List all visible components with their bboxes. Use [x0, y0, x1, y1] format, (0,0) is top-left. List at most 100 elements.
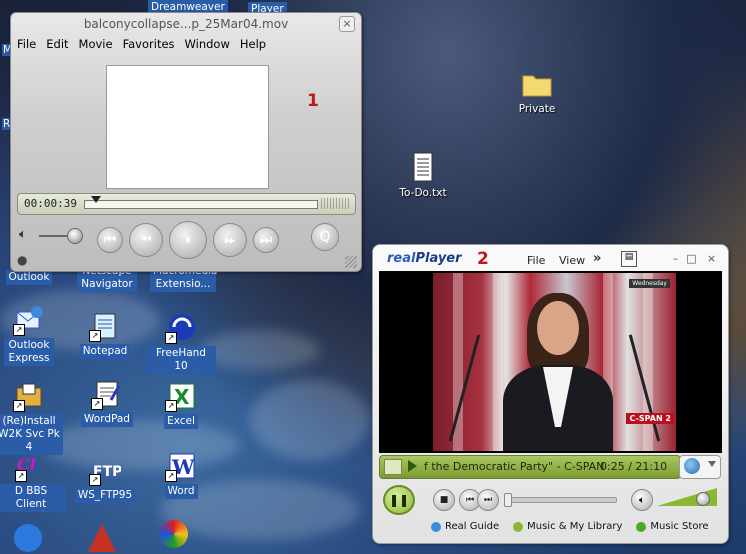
desktop-icon-word[interactable]: W ↗ Word — [146, 450, 216, 499]
stop-button[interactable]: ■ — [433, 489, 455, 511]
maximize-icon[interactable]: □ — [686, 253, 697, 264]
menu-window[interactable]: Window — [185, 37, 230, 51]
desktop-icon-wordpad[interactable]: ↗ WordPad — [72, 378, 142, 427]
wordpad-icon: ↗ — [91, 378, 123, 410]
pause-icon: ⏸︎ — [184, 232, 192, 248]
outlook-express-icon: ↗ — [13, 304, 45, 336]
desktop-icon-excel[interactable]: X ↗ Excel — [146, 380, 216, 429]
music-library-icon — [513, 521, 524, 532]
quicktime-timeline[interactable]: 00:00:39 — [17, 193, 356, 215]
realplayer-links: Real Guide Music & My Library Music Stor… — [431, 521, 708, 532]
clip-info-bar[interactable]: f the Democratic Party" - C-SPAN 0:25 / … — [379, 455, 681, 479]
volume-slider[interactable] — [657, 488, 717, 506]
link-music-library[interactable]: Music & My Library — [513, 521, 622, 532]
pause-button[interactable]: ❚❚ — [383, 485, 415, 515]
pause-icon: ❚❚ — [388, 493, 410, 507]
apple-icon: ● — [17, 253, 28, 267]
toolbar-screen-icon[interactable]: ▤ — [621, 251, 637, 267]
annotation-marker-2: 2 — [477, 249, 489, 269]
desktop-icon-reinstall[interactable]: ↗ (Re)Install W2K Svc Pk 4 — [0, 380, 64, 455]
pause-button[interactable]: ⏸︎ — [169, 221, 207, 259]
quicktime-window[interactable]: balconycollapse...p_25Mar04.mov × File E… — [10, 12, 362, 272]
skip-back-icon: ⏮︎ — [103, 232, 117, 248]
go-to-end-button[interactable]: ⏭︎ — [253, 227, 279, 253]
more-menu-chevron-icon[interactable]: » — [593, 251, 601, 266]
clip-info-icon[interactable] — [384, 459, 402, 475]
freehand-icon: ↗ — [165, 312, 197, 344]
close-icon[interactable]: × — [706, 253, 717, 264]
ftp-icon: FTP ↗ — [89, 454, 122, 486]
music-note-icon — [636, 521, 647, 532]
desktop-icon-freehand[interactable]: ↗ FreeHand 10 — [146, 312, 216, 374]
menu-favorites[interactable]: Favorites — [123, 37, 175, 51]
menu-file[interactable]: File — [527, 254, 545, 267]
menu-file[interactable]: File — [17, 37, 36, 51]
channel-corner-label: Wednesday — [629, 279, 670, 288]
excel-icon: X ↗ — [165, 380, 197, 412]
mute-button[interactable]: 🔈︎ — [631, 489, 653, 511]
next-icon: ⏭︎ — [483, 495, 493, 505]
menu-view[interactable]: View — [559, 254, 585, 267]
desktop-icon-bbs-client[interactable]: Cl ↗ D BBS Client — [0, 450, 66, 512]
volume-icon[interactable]: 🔈︎ — [19, 227, 27, 242]
link-music-store[interactable]: Music Store — [636, 521, 708, 532]
minimize-icon[interactable]: – — [670, 253, 681, 264]
quicktime-q-icon: Q — [319, 229, 331, 245]
menu-movie[interactable]: Movie — [79, 37, 113, 51]
bbs-client-icon: Cl ↗ — [15, 455, 36, 482]
playhead-handle[interactable] — [90, 196, 101, 203]
quicktime-video-area[interactable] — [106, 65, 269, 189]
speaker-figure — [503, 293, 613, 451]
rewind-icon: ⏪︎ — [140, 232, 152, 248]
realplayer-controls: ❚❚ ■ ⏮︎ ⏭︎ 🔈︎ — [379, 483, 722, 515]
seek-handle[interactable] — [504, 493, 512, 507]
realplayer-window[interactable]: realPlayer 2 File View » ▤ – □ × Wednesd… — [372, 244, 729, 544]
quicktime-logo-button[interactable]: Q — [311, 223, 339, 251]
next-button[interactable]: ⏭︎ — [477, 489, 499, 511]
time-display: 00:00:39 — [24, 197, 77, 210]
fast-forward-button[interactable]: ⏩︎ — [213, 223, 247, 257]
resize-grip-icon[interactable] — [345, 256, 357, 268]
speaker-icon: 🔈︎ — [639, 494, 645, 506]
text-file-icon — [407, 152, 439, 184]
link-real-guide[interactable]: Real Guide — [431, 521, 499, 532]
word-icon: W ↗ — [165, 450, 197, 482]
menu-help[interactable]: Help — [240, 37, 266, 51]
grip-icon — [321, 198, 349, 209]
video-frame: Wednesday C-SPAN 2 — [433, 273, 676, 451]
volume-slider-knob[interactable] — [67, 228, 83, 244]
real-guide-icon — [431, 521, 441, 532]
fast-forward-icon: ⏩︎ — [224, 232, 236, 248]
desktop-icon-private[interactable]: Private — [502, 68, 572, 117]
desktop-icon-partial-right[interactable] — [160, 520, 188, 548]
channel-badge: C-SPAN 2 — [626, 413, 674, 424]
desktop-icon-partial-left[interactable] — [14, 524, 42, 552]
quicktime-title: balconycollapse...p_25Mar04.mov — [83, 17, 289, 31]
desktop-icon-outlook-express[interactable]: ↗ Outlook Express — [0, 304, 64, 366]
globe-dropdown[interactable] — [679, 455, 721, 479]
desktop-icon-notepad[interactable]: ↗ Notepad — [70, 310, 140, 359]
previous-icon: ⏮︎ — [465, 495, 475, 505]
rewind-button[interactable]: ⏪︎ — [129, 223, 163, 257]
seek-bar[interactable] — [504, 493, 617, 507]
desktop-icon-outlook[interactable]: Outlook — [0, 270, 64, 285]
installer-icon: ↗ — [13, 380, 45, 412]
desktop-icon-wsftp[interactable]: FTP ↗ WS_FTP95 — [70, 454, 140, 503]
quicktime-menubar: File Edit Movie Favorites Window Help — [11, 35, 361, 53]
globe-icon — [684, 458, 700, 474]
close-icon[interactable]: × — [339, 16, 355, 32]
skip-forward-icon: ⏭︎ — [259, 232, 273, 248]
menu-edit[interactable]: Edit — [46, 37, 68, 51]
chevron-down-icon — [708, 461, 716, 467]
timeline-track[interactable] — [84, 200, 318, 209]
folder-icon — [521, 68, 553, 100]
realplayer-logo: realPlayer — [387, 251, 462, 266]
notepad-icon: ↗ — [89, 310, 121, 342]
clip-title: f the Democratic Party" - C-SPAN — [424, 460, 605, 473]
desktop-icon-todo[interactable]: To-Do.txt — [388, 152, 458, 201]
stop-icon: ■ — [439, 495, 449, 505]
go-to-start-button[interactable]: ⏮︎ — [97, 227, 123, 253]
clip-time: 0:25 / 21:10 — [600, 460, 668, 473]
annotation-marker-1: 1 — [307, 91, 319, 111]
realplayer-video-area[interactable]: Wednesday C-SPAN 2 — [379, 271, 722, 453]
